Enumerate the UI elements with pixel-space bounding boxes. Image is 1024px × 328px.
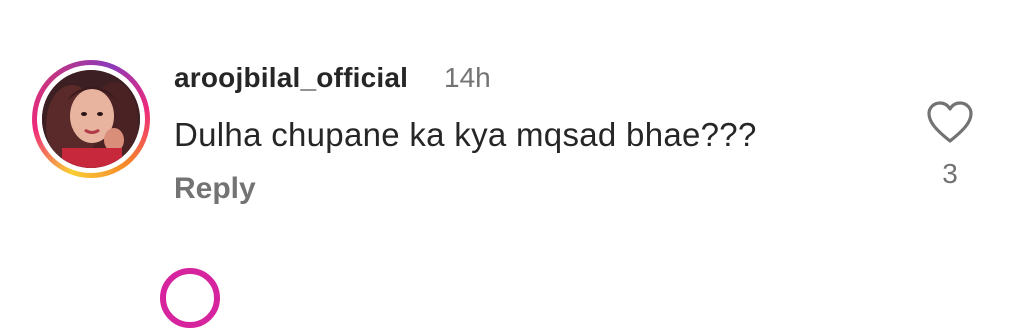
username[interactable]: aroojbilal_official	[174, 62, 408, 94]
avatar-ring-gap	[37, 65, 145, 173]
avatar[interactable]	[32, 60, 150, 178]
reply-button[interactable]: Reply	[174, 172, 256, 206]
heart-outline-icon[interactable]	[926, 100, 974, 144]
comment-timestamp: 14h	[444, 62, 491, 93]
comment-text: Dulha chupane ka kya mqsad bhae???	[174, 116, 757, 153]
avatar-photo	[42, 70, 140, 168]
next-comment-avatar	[160, 268, 220, 328]
comment-item: aroojbilal_official 14h Dulha chupane ka…	[0, 0, 1024, 328]
like-count: 3	[942, 158, 958, 189]
